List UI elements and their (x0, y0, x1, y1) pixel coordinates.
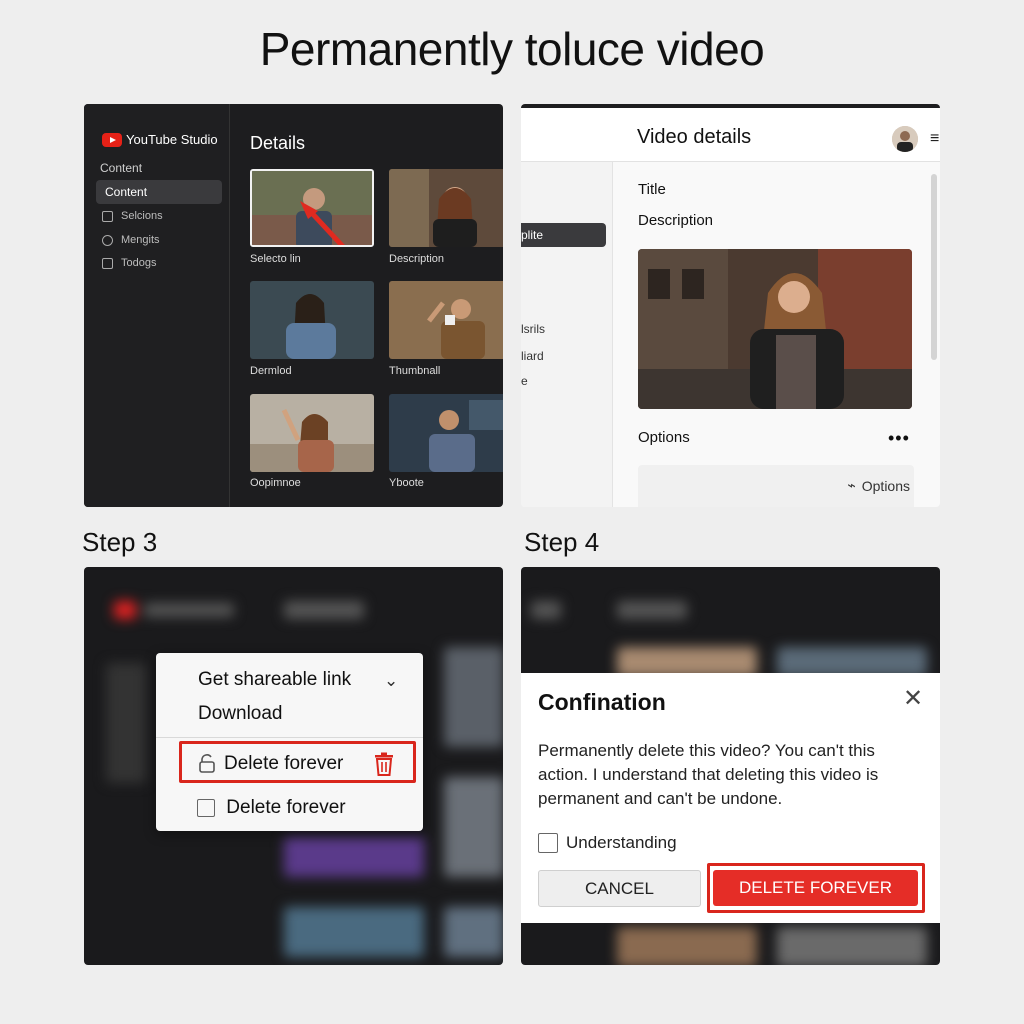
tools-icon (102, 257, 113, 269)
checkbox-label: Understanding (566, 833, 677, 852)
header-bar: Video details ≡ (521, 104, 940, 162)
description-label: Description (638, 212, 714, 229)
sidebar-item-3[interactable]: Todogs (102, 257, 156, 269)
youtube-logo-icon (102, 132, 122, 147)
sidebar-item-2[interactable]: Mengits (102, 234, 160, 246)
context-menu-panel: Get shareable link ⌄ Download Delete for… (84, 567, 503, 965)
thumbnail-image (252, 171, 372, 245)
thumbnail-caption: Thumbnall (389, 365, 441, 377)
video-thumbnail-selected[interactable] (250, 169, 374, 247)
menu-item-delete-forever-checkbox[interactable]: Delete forever (197, 797, 346, 819)
confirmation-dialog: Confination ✕ Permanently delete this vi… (521, 673, 940, 923)
menu-item-get-link[interactable]: Get shareable link (198, 669, 351, 691)
chevron-down-icon[interactable]: ⌄ (384, 671, 398, 691)
checkbox[interactable] (538, 833, 558, 853)
avatar[interactable] (892, 126, 918, 152)
dialog-title: Confination (538, 689, 666, 715)
thumbnail-image (250, 394, 374, 472)
left-nav-item[interactable]: liard (521, 349, 544, 363)
sidebar-item-1[interactable]: Selcions (102, 210, 163, 222)
video-thumbnail[interactable] (250, 394, 374, 472)
thumbnail-image (389, 169, 503, 247)
thumbnail-image (389, 281, 503, 359)
logo-text: YouTube Studio (126, 132, 218, 147)
header-title: Video details (637, 126, 752, 148)
menu-item-download[interactable]: Download (198, 703, 283, 725)
sidebar-item-label: Mengits (121, 234, 160, 246)
sidebar-item-content[interactable]: Content (96, 180, 222, 204)
home-icon (102, 210, 113, 222)
understanding-checkbox[interactable]: Understanding (538, 833, 677, 853)
left-nav-item-active[interactable]: plite (521, 223, 606, 247)
studio-content-panel: YouTube Studio Content Content Selcions … (84, 104, 503, 507)
sidebar-item-label: Todogs (121, 257, 157, 269)
options-button[interactable]: ⌁ Options (847, 477, 910, 494)
options-label: Options (638, 429, 690, 446)
circle-icon (102, 234, 113, 246)
youtube-studio-logo[interactable]: YouTube Studio (102, 132, 218, 147)
details-heading: Details (250, 133, 306, 153)
thumbnail-image (250, 281, 374, 359)
thumbnail-caption: Selecto lin (250, 253, 301, 265)
sidebar: YouTube Studio Content Content Selcions … (84, 104, 230, 507)
thumbnail-caption: Yboote (389, 477, 424, 489)
avatar-image (892, 126, 918, 152)
step-4-label: Step 4 (524, 527, 600, 557)
nav-header: Content (100, 161, 143, 175)
options-button-label: Options (861, 477, 910, 494)
confirmation-panel: Confination ✕ Permanently delete this vi… (521, 567, 940, 965)
cancel-button[interactable]: CANCEL (538, 870, 701, 907)
video-preview[interactable] (638, 249, 912, 409)
video-thumbnail[interactable] (389, 281, 503, 359)
dialog-message: Permanently delete this video? You can't… (538, 741, 879, 808)
menu-icon[interactable]: ≡ (930, 130, 939, 148)
left-nav-item[interactable]: lsrils (521, 322, 545, 336)
title-label: Title (638, 181, 666, 198)
thumbnail-image (389, 394, 503, 472)
left-nav-item[interactable]: e (521, 374, 528, 388)
thumbnail-caption: Dermlod (250, 365, 292, 377)
video-thumbnail[interactable] (389, 169, 503, 247)
left-nav: lsrils liard e (521, 162, 613, 507)
delete-forever-button[interactable]: DELETE FOREVER (713, 870, 918, 906)
step-3-label: Step 3 (82, 527, 158, 557)
menu-divider (156, 737, 423, 738)
options-box: ⌁ Options (638, 465, 914, 507)
delete-highlight-box (179, 741, 416, 783)
thumbnail-caption: Oopimnoe (250, 477, 301, 489)
more-horizontal-icon[interactable]: ••• (888, 428, 910, 449)
context-menu: Get shareable link ⌄ Download Delete for… (156, 653, 423, 831)
link-icon: ⌁ (847, 477, 856, 493)
checkbox[interactable] (197, 798, 215, 817)
checkbox-label: Delete forever (226, 797, 346, 818)
video-details-panel: Video details ≡ lsrils liard e plite Tit… (521, 104, 940, 507)
sidebar-item-label: Selcions (121, 210, 163, 222)
video-thumbnail[interactable] (250, 281, 374, 359)
preview-image (638, 249, 912, 409)
video-thumbnail[interactable] (389, 394, 503, 472)
scrollbar[interactable] (931, 174, 937, 360)
page-title: Permanently toluce video (259, 23, 765, 75)
thumbnail-caption: Description (389, 253, 445, 265)
close-icon[interactable]: ✕ (903, 687, 923, 711)
